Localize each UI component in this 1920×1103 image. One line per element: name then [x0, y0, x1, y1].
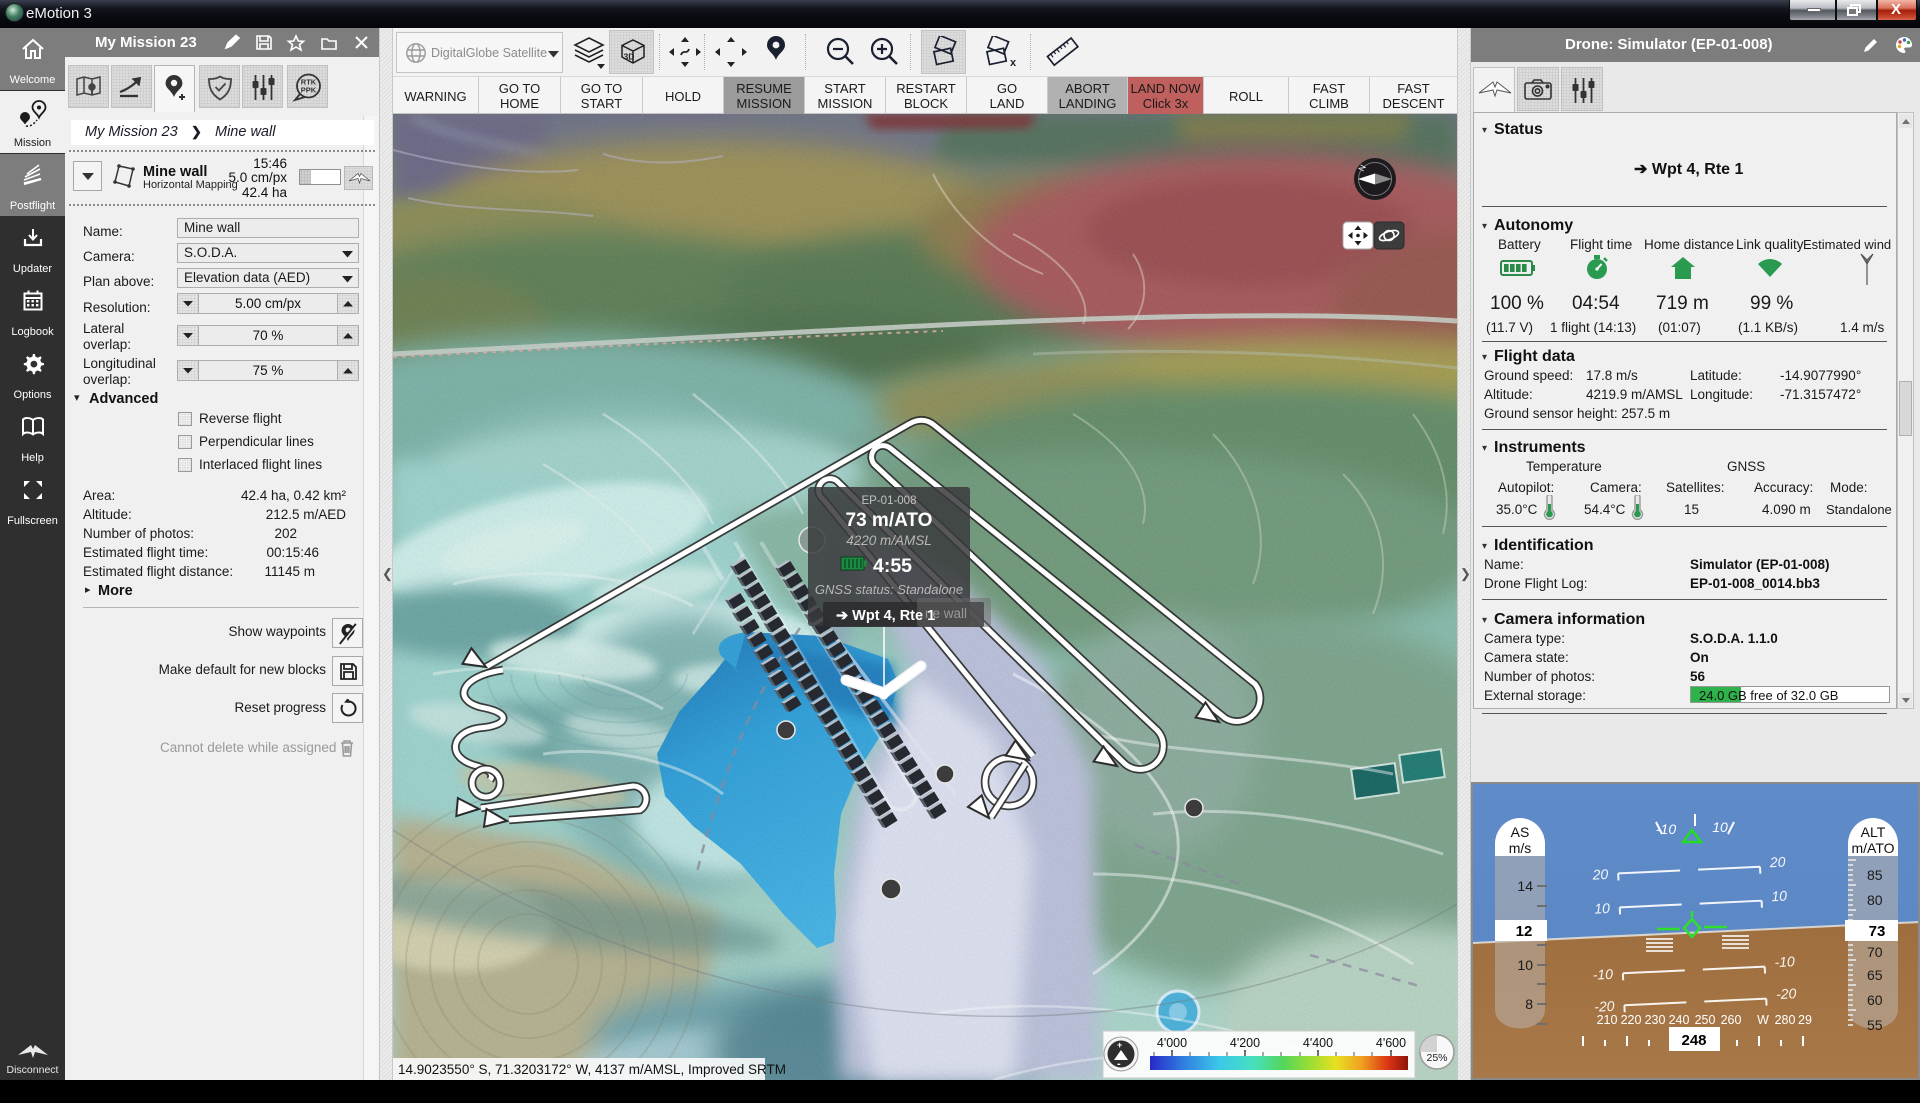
svg-text:70: 70: [1867, 944, 1883, 960]
svg-text:80: 80: [1867, 892, 1883, 908]
svg-text:+: +: [1117, 1040, 1122, 1050]
svg-text:29: 29: [1798, 1013, 1812, 1027]
svg-text:73: 73: [1869, 923, 1886, 940]
svg-text:4'600: 4'600: [1376, 1036, 1406, 1050]
svg-text:230: 230: [1645, 1013, 1666, 1027]
svg-text:4'200: 4'200: [1230, 1036, 1260, 1050]
svg-text:240: 240: [1669, 1013, 1690, 1027]
svg-text:10: 10: [1712, 819, 1728, 835]
svg-text:55: 55: [1867, 1017, 1883, 1033]
svg-text:PPK: PPK: [301, 86, 317, 95]
svg-text:4'000: 4'000: [1157, 1036, 1187, 1050]
svg-text:-10: -10: [1656, 821, 1676, 837]
svg-text:EP-01-008: EP-01-008: [862, 495, 917, 507]
svg-text:➔ Wpt 4, Rte 1: ➔ Wpt 4, Rte 1: [836, 608, 935, 624]
svg-text:10: 10: [1594, 900, 1611, 917]
svg-text:AS: AS: [1511, 824, 1530, 840]
svg-text:10: 10: [1517, 957, 1533, 973]
svg-text:85: 85: [1867, 867, 1883, 883]
svg-text:m/ATO: m/ATO: [1851, 840, 1894, 856]
svg-text:73 m/ATO: 73 m/ATO: [846, 510, 933, 531]
svg-text:60: 60: [1867, 992, 1883, 1008]
svg-text:65: 65: [1867, 967, 1883, 983]
svg-text:8: 8: [1525, 996, 1533, 1012]
svg-text:25%: 25%: [1426, 1052, 1447, 1064]
svg-text:14.9023550° S, 71.3203172° W,: 14.9023550° S, 71.3203172° W, 4137 m/AMS…: [398, 1062, 786, 1077]
svg-text:m/s: m/s: [1509, 840, 1532, 856]
svg-text:3D: 3D: [624, 52, 635, 62]
svg-text:4:55: 4:55: [873, 555, 912, 577]
svg-text:ALT: ALT: [1861, 824, 1886, 840]
svg-text:248: 248: [1681, 1032, 1706, 1049]
svg-text:-10: -10: [1774, 953, 1795, 970]
svg-text:20: 20: [1768, 854, 1786, 871]
svg-text:GNSS status: Standalone: GNSS status: Standalone: [815, 582, 963, 597]
svg-text:220: 220: [1621, 1013, 1642, 1027]
svg-text:20: 20: [1591, 866, 1609, 883]
svg-text:-10: -10: [1592, 966, 1613, 983]
svg-text:-: -: [1117, 1058, 1121, 1070]
svg-text:4220 m/AMSL: 4220 m/AMSL: [846, 533, 932, 548]
svg-text:W: W: [1757, 1013, 1769, 1027]
svg-text:260: 260: [1721, 1013, 1742, 1027]
svg-text:250: 250: [1695, 1013, 1716, 1027]
svg-text:x: x: [1010, 57, 1017, 68]
svg-text:280: 280: [1775, 1013, 1796, 1027]
svg-text:4'400: 4'400: [1303, 1036, 1333, 1050]
svg-text:14: 14: [1517, 878, 1533, 894]
svg-text:10: 10: [1771, 887, 1788, 904]
svg-text:12: 12: [1516, 923, 1533, 940]
svg-text:210: 210: [1597, 1013, 1618, 1027]
svg-text:-20: -20: [1776, 985, 1797, 1002]
